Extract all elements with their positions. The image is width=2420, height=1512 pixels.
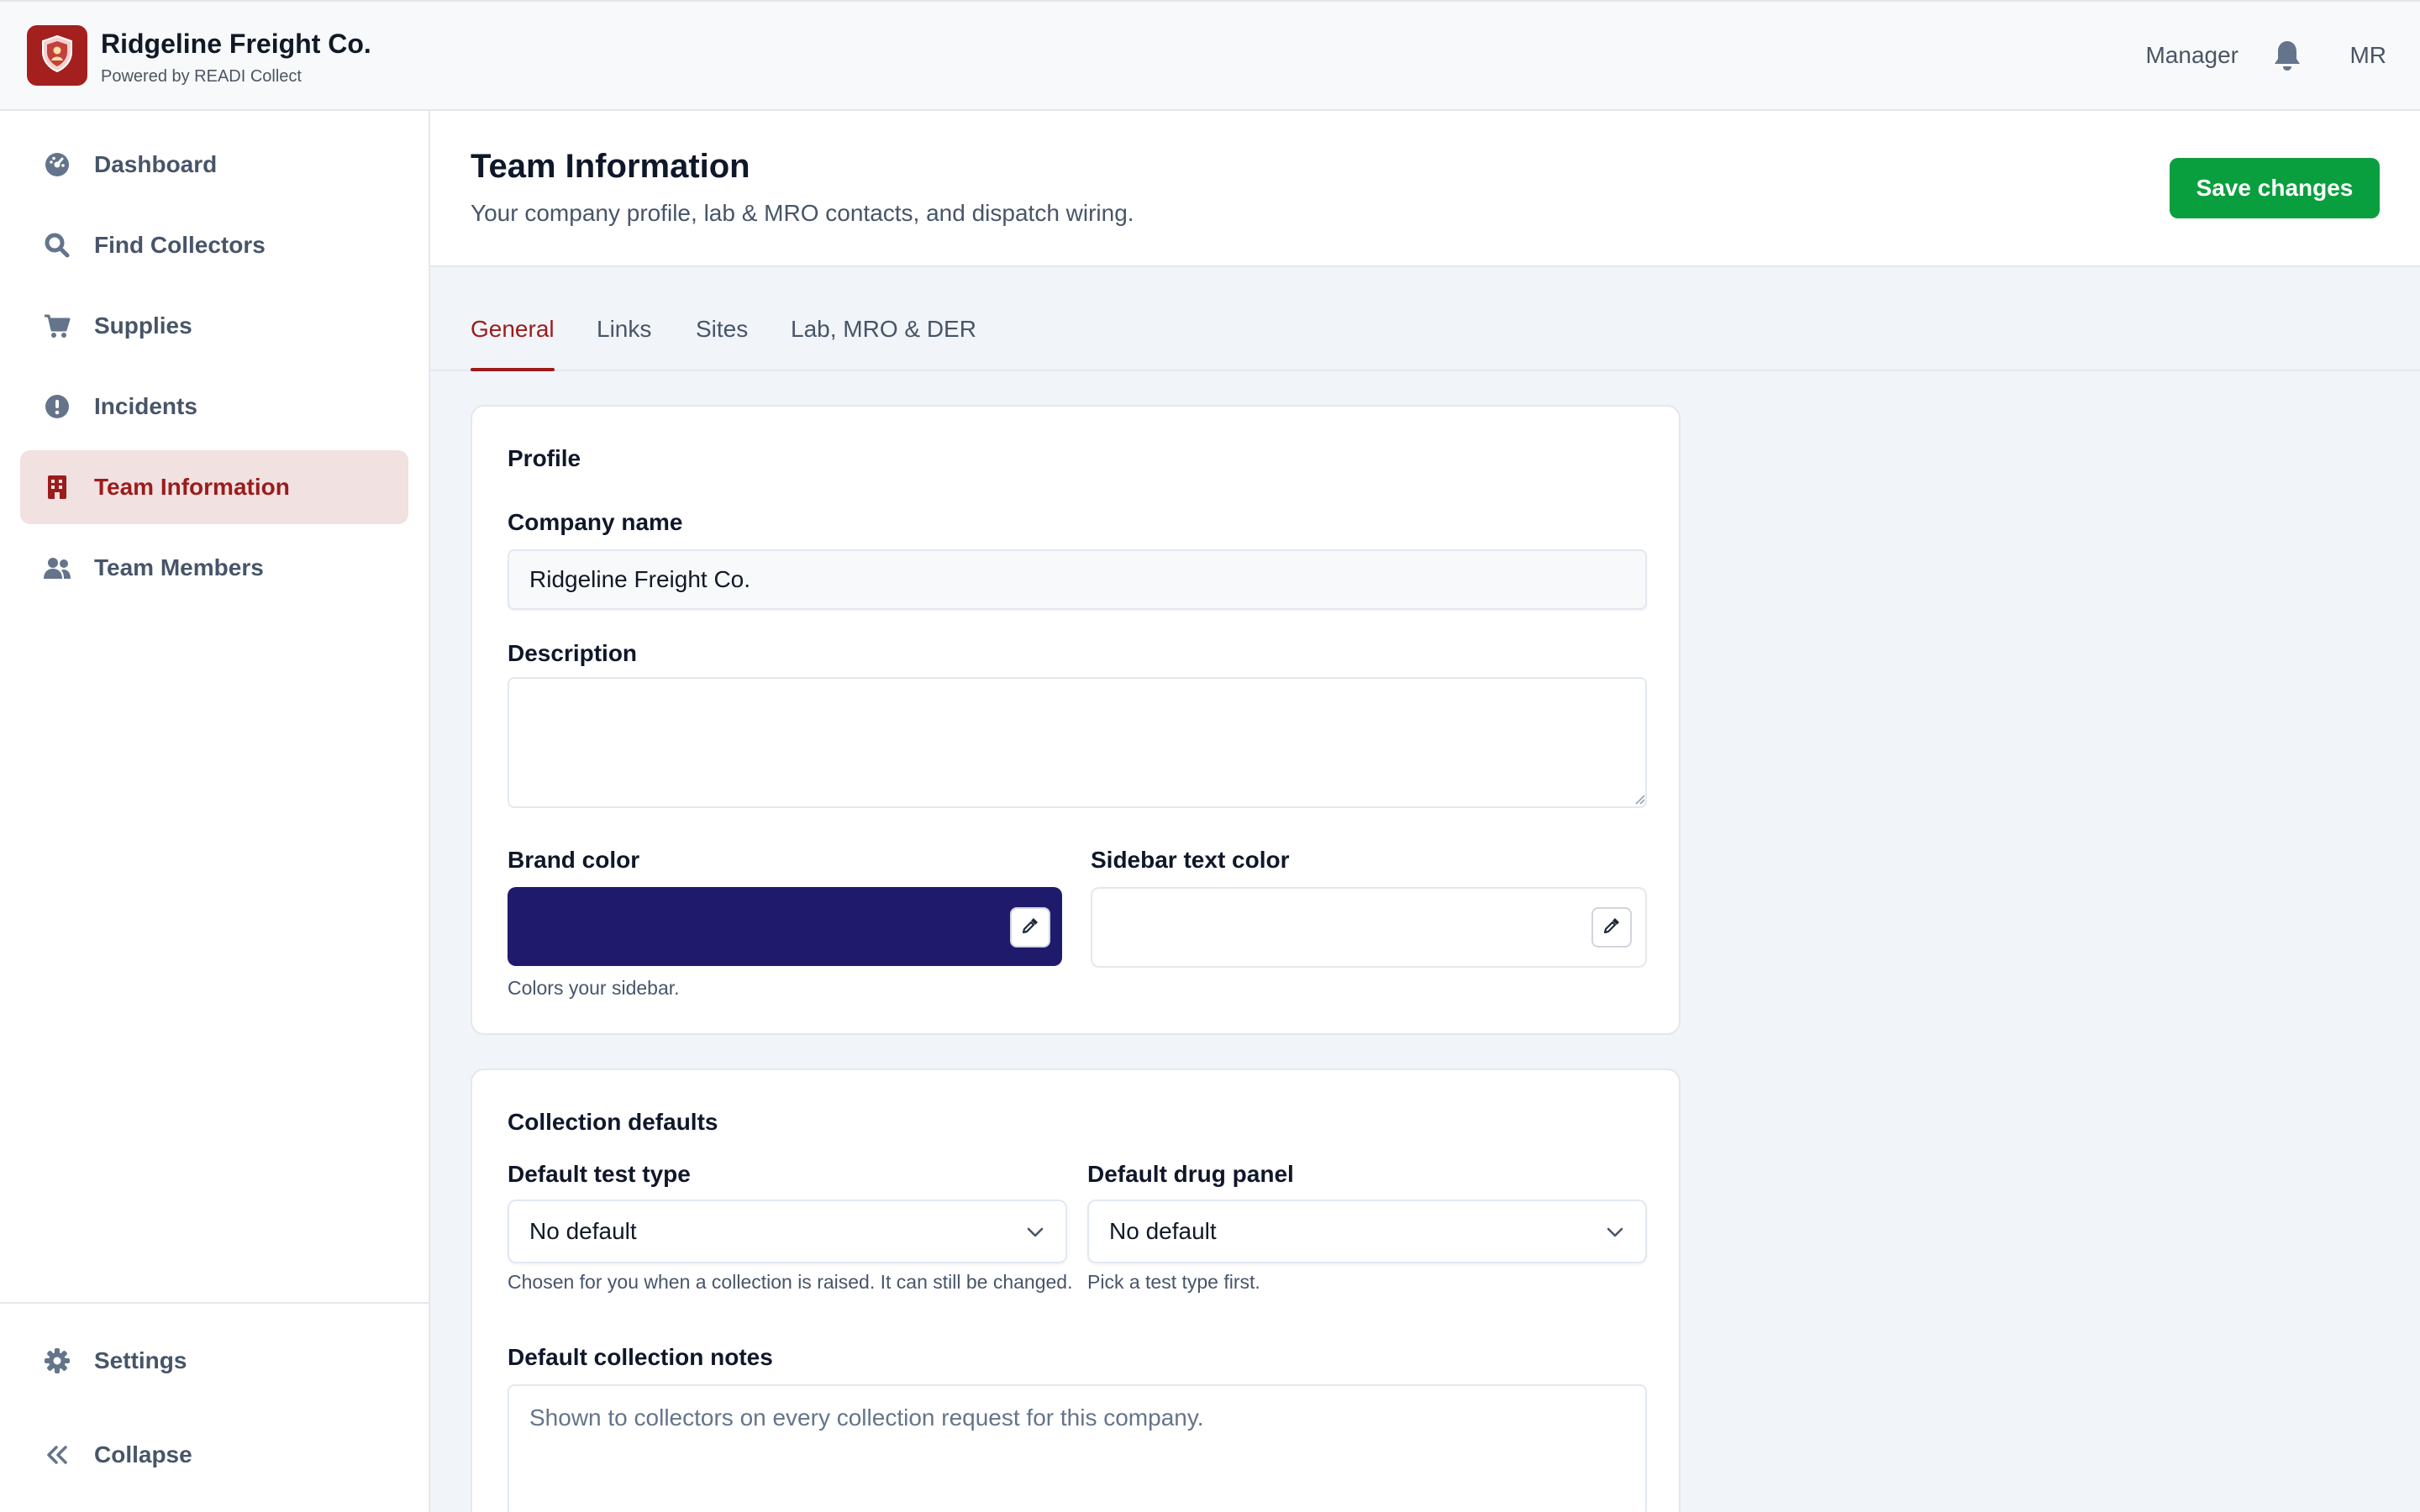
tab-bar: General Links Sites Lab, MRO & DER [430,267,2420,371]
sidebar-item-team-information[interactable]: Team Information [20,450,408,524]
gauge-icon [42,150,72,180]
sidebar-text-color-picker-button[interactable] [1591,907,1632,948]
sidebar-text-color-swatch[interactable] [1091,887,1647,968]
sidebar-item-label: Collapse [94,1441,192,1467]
alert-icon [42,391,72,422]
default-collection-notes-textarea[interactable]: Shown to collectors on every collection … [508,1384,1647,1512]
default-drug-panel-label: Default drug panel [1087,1161,1294,1187]
default-drug-panel-value: No default [1109,1218,1217,1244]
company-name-label: Company name [508,509,683,535]
sidebar-divider [0,1302,429,1304]
description-label: Description [508,640,638,666]
company-name: Ridgeline Freight Co. [101,29,371,59]
cart-icon [42,311,72,341]
sidebar-item-label: Team Members [94,554,264,580]
sidebar-item-dashboard[interactable]: Dashboard [20,128,408,202]
tab-sites[interactable]: Sites [696,316,748,371]
sidebar-item-team-members[interactable]: Team Members [20,531,408,605]
sidebar-item-incidents[interactable]: Incidents [20,370,408,444]
sidebar-item-label: Incidents [94,393,197,419]
company-logo[interactable] [27,25,87,86]
sidebar: Dashboard Find Collectors Supplies Incid… [0,111,430,1512]
double-chevron-left-icon [42,1440,72,1470]
brand-color-picker-button[interactable] [1010,907,1050,948]
sidebar-item-label: Settings [94,1347,187,1373]
profile-card-title: Profile [508,445,581,471]
top-bar: Ridgeline Freight Co. Powered by READI C… [0,0,2420,111]
sidebar-item-label: Team Information [94,474,290,500]
powered-by: Powered by READI Collect [101,67,302,86]
default-test-type-help: Chosen for you when a collection is rais… [508,1271,1073,1293]
eyedropper-icon [1602,916,1621,939]
gear-icon [42,1346,72,1376]
search-icon [42,230,72,260]
profile-card: Profile Company name Ridgeline Freight C… [471,405,1681,1035]
default-test-type-select[interactable]: No default [508,1200,1067,1263]
sidebar-item-settings[interactable]: Settings [20,1324,408,1398]
brand-color-help: Colors your sidebar. [508,977,680,999]
sidebar-item-label: Dashboard [94,151,218,177]
tab-links[interactable]: Links [597,316,651,371]
tab-general[interactable]: General [471,316,555,371]
chevron-down-icon [1607,1227,1623,1237]
user-avatar[interactable]: MR [2349,42,2386,69]
sidebar-text-color-label: Sidebar text color [1091,847,1290,873]
bell-icon[interactable] [2272,39,2302,72]
description-textarea[interactable] [508,677,1647,808]
sidebar-item-collapse[interactable]: Collapse [20,1418,408,1492]
default-collection-notes-label: Default collection notes [508,1344,773,1370]
page-title: Team Information [471,148,750,185]
tab-lab-mro-der[interactable]: Lab, MRO & DER [791,316,976,371]
default-test-type-label: Default test type [508,1161,691,1187]
role-switcher[interactable]: Manager [2145,42,2238,69]
building-icon [42,472,72,502]
collection-defaults-title: Collection defaults [508,1109,718,1135]
sidebar-item-find-collectors[interactable]: Find Collectors [20,208,408,282]
chevron-down-icon [1027,1227,1044,1237]
users-icon [42,553,72,583]
resize-handle-icon[interactable] [1634,793,1645,805]
sidebar-item-supplies[interactable]: Supplies [20,289,408,363]
save-button[interactable]: Save changes [2170,158,2380,218]
default-test-type-value: No default [529,1218,637,1244]
eyedropper-icon [1021,916,1039,939]
page-header: Team Information Your company profile, l… [430,111,2420,267]
default-drug-panel-select[interactable]: No default [1087,1200,1647,1263]
sidebar-item-label: Find Collectors [94,232,266,258]
brand-color-swatch[interactable] [508,887,1062,966]
collection-defaults-card: Collection defaults Default test type No… [471,1068,1681,1512]
brand-color-label: Brand color [508,847,640,873]
page-subtitle: Your company profile, lab & MRO contacts… [471,200,1134,226]
sidebar-item-label: Supplies [94,312,192,339]
company-name-input[interactable]: Ridgeline Freight Co. [508,549,1647,610]
shield-icon [39,34,76,78]
default-drug-panel-help: Pick a test type first. [1087,1271,1260,1293]
